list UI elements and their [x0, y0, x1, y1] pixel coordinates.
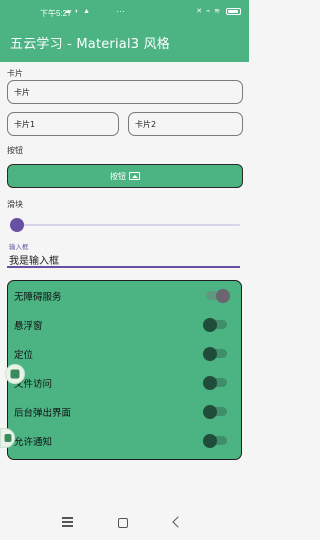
notifications-toggle[interactable] [203, 433, 227, 448]
setting-label: 允许通知 [14, 437, 53, 448]
recent-apps-icon[interactable] [62, 517, 73, 529]
accessibility-toggle[interactable] [206, 288, 230, 303]
toggle-knob [203, 375, 217, 390]
app-shortcut-icon [4, 434, 11, 442]
toggle-knob [203, 346, 217, 361]
card-section-label: 卡片 [7, 69, 23, 78]
signal-wifi-icons: ✕ ⌁ ≋ [196, 8, 222, 15]
file-access-toggle[interactable] [203, 375, 227, 390]
setting-row-file-access[interactable]: 文件访问 [8, 368, 241, 396]
card-1-text: 卡片1 [14, 120, 36, 129]
setting-label: 悬浮窗 [14, 321, 43, 332]
setting-label: 定位 [14, 350, 34, 361]
setting-label: 后台弹出界面 [14, 408, 72, 419]
more-notifications-icon: ··· [116, 6, 125, 16]
app-shortcut-icon [10, 369, 20, 379]
notification-icons: ☁ ◐ ▲ [64, 8, 92, 15]
button-section-label: 按钮 [7, 146, 23, 155]
home-icon[interactable] [118, 518, 128, 528]
floating-app-icon[interactable] [5, 364, 25, 384]
location-toggle[interactable] [203, 346, 227, 361]
app-bar: 五云学习 - Material3 风格 [0, 22, 249, 62]
setting-row-accessibility[interactable]: 无障碍服务 [8, 281, 241, 309]
status-bar: 下午5:27 ☁ ◐ ▲ ··· ✕ ⌁ ≋ [0, 0, 249, 22]
primary-button[interactable]: 按钮 [7, 164, 243, 188]
permissions-card: 无障碍服务 悬浮窗 定位 文件访问 后台弹出界面 允许通知 [7, 280, 242, 460]
system-nav-bar [0, 508, 249, 540]
back-icon[interactable] [172, 516, 184, 528]
slider[interactable] [10, 218, 240, 232]
input-field-label: 输入框 [9, 243, 29, 251]
setting-row-notifications[interactable]: 允许通知 [8, 426, 241, 454]
slider-track[interactable] [16, 224, 240, 226]
card-full[interactable]: 卡片 [7, 80, 243, 104]
slider-section-label: 滑块 [7, 200, 23, 209]
card-1[interactable]: 卡片1 [7, 112, 119, 136]
input-field[interactable]: 我是输入框 [9, 252, 59, 267]
card-full-text: 卡片 [14, 88, 30, 97]
card-2-text: 卡片2 [135, 120, 157, 129]
card-2[interactable]: 卡片2 [128, 112, 243, 136]
toggle-knob [203, 317, 217, 332]
slider-thumb[interactable] [10, 218, 24, 232]
toggle-knob [203, 404, 217, 419]
setting-row-location[interactable]: 定位 [8, 339, 241, 367]
background-popup-toggle[interactable] [203, 404, 227, 419]
setting-label: 无障碍服务 [14, 292, 62, 303]
battery-level-fill [228, 9, 239, 13]
toggle-knob [203, 433, 217, 448]
setting-row-floating-window[interactable]: 悬浮窗 [8, 310, 241, 338]
primary-button-label: 按钮 [110, 171, 126, 181]
input-underline [7, 266, 240, 268]
image-icon [129, 172, 140, 180]
floating-window-toggle[interactable] [203, 317, 227, 332]
system-status-icons: ✕ ⌁ ≋ [196, 7, 241, 15]
setting-row-background-popup[interactable]: 后台弹出界面 [8, 397, 241, 425]
battery-icon [226, 7, 241, 15]
toggle-knob [216, 288, 230, 303]
page-title: 五云学习 - Material3 风格 [10, 37, 170, 52]
